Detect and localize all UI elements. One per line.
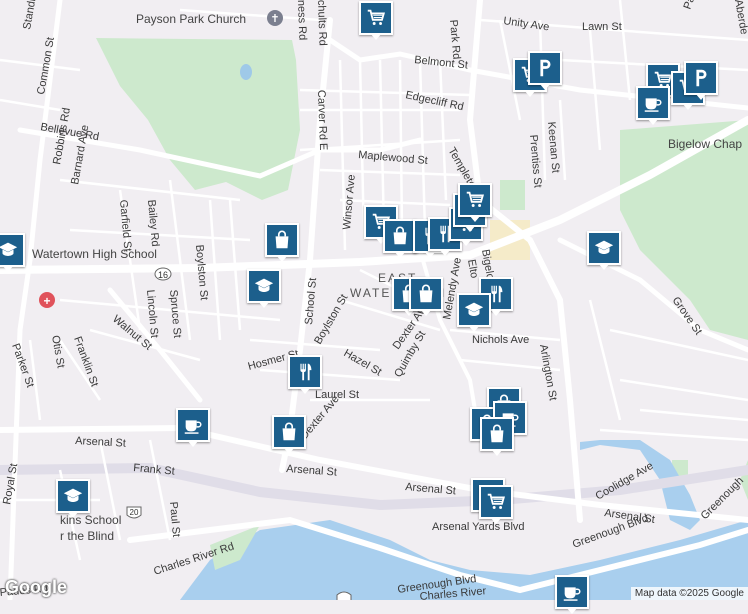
parking-marker[interactable]	[528, 51, 562, 85]
svg-text:20: 20	[130, 508, 139, 517]
park-small	[500, 180, 525, 210]
svg-text:Lawn St: Lawn St	[582, 21, 622, 33]
pond	[240, 64, 252, 80]
school-marker[interactable]	[0, 233, 25, 267]
svg-text:Nichols Ave: Nichols Ave	[472, 334, 529, 346]
parking-icon	[696, 69, 707, 87]
school-marker[interactable]	[247, 269, 281, 303]
cart-marker[interactable]	[359, 1, 393, 35]
svg-text:Spruce St: Spruce St	[167, 289, 183, 338]
google-logo[interactable]: Google	[5, 577, 67, 598]
svg-text:Hazel St: Hazel St	[342, 347, 384, 378]
svg-text:+: +	[43, 294, 50, 308]
svg-text:Keenan St: Keenan St	[545, 121, 561, 173]
svg-text:ness Rd: ness Rd	[295, 0, 308, 40]
cart-marker[interactable]	[458, 183, 492, 217]
svg-text:Otis St: Otis St	[49, 334, 67, 369]
svg-text:Elto: Elto	[465, 258, 480, 279]
bigelow-label: Bigelow Chap	[668, 137, 742, 151]
map-attribution[interactable]: Map data ©2025 Google	[630, 587, 748, 600]
bag-icon	[419, 284, 433, 303]
bag-icon	[275, 230, 289, 249]
park-cemetery	[96, 38, 300, 200]
school-icon	[254, 278, 274, 292]
svg-text:Standi: Standi	[21, 0, 38, 31]
cup-marker[interactable]	[636, 86, 670, 120]
svg-text:Park Rd: Park Rd	[447, 19, 462, 60]
bag-marker[interactable]	[409, 277, 443, 311]
school-icon	[63, 488, 83, 502]
bag-marker[interactable]	[480, 417, 514, 451]
cup-icon	[644, 98, 662, 112]
route-20-badge: 20	[126, 506, 142, 519]
cart-marker[interactable]	[479, 485, 513, 519]
bag-icon	[490, 424, 504, 443]
svg-text:Arsenal St: Arsenal St	[75, 435, 126, 450]
bag-icon	[282, 422, 296, 441]
svg-text:Unity Ave: Unity Ave	[503, 15, 551, 33]
svg-text:Prentiss St: Prentiss St	[527, 134, 544, 188]
fork-marker[interactable]	[288, 355, 322, 389]
svg-text:Maplewood St: Maplewood St	[358, 149, 428, 167]
bag-icon	[393, 226, 407, 245]
parking-icon	[540, 59, 551, 77]
cart-icon	[487, 493, 506, 509]
svg-text:Park Ave: Park Ave	[682, 0, 708, 11]
cart-icon	[367, 9, 386, 25]
bag-marker[interactable]	[383, 219, 417, 253]
svg-text:Boylston St: Boylston St	[312, 292, 350, 346]
school-icon	[594, 240, 614, 254]
cart-icon	[466, 191, 485, 207]
svg-text:Frank St: Frank St	[133, 462, 175, 478]
bag-marker[interactable]	[272, 415, 306, 449]
bag-marker[interactable]	[265, 223, 299, 257]
cup-marker[interactable]	[176, 408, 210, 442]
svg-text:Carver Rd E: Carver Rd E	[315, 90, 329, 151]
route-20-badge-2: 20	[336, 591, 352, 600]
svg-text:Boylston St: Boylston St	[193, 244, 210, 300]
svg-text:Arsenal Yards Blvd: Arsenal Yards Blvd	[432, 521, 525, 533]
svg-text:Arsenal St: Arsenal St	[286, 463, 337, 479]
cup-icon	[184, 420, 202, 434]
school-icon	[0, 242, 18, 256]
svg-text:Garfield St: Garfield St	[117, 199, 133, 252]
svg-text:Bailey Rd: Bailey Rd	[145, 199, 161, 247]
school-marker[interactable]	[587, 231, 621, 265]
school-marker[interactable]	[457, 293, 491, 327]
cup-marker[interactable]	[555, 575, 589, 609]
route-16-badge: 16	[154, 267, 172, 281]
svg-text:Arlington St: Arlington St	[537, 343, 559, 401]
school-marker[interactable]	[56, 479, 90, 513]
svg-text:✝: ✝	[270, 13, 279, 25]
high-school-label: Watertown High School	[32, 247, 157, 261]
svg-text:Aberde: Aberde	[732, 0, 748, 35]
parking-marker[interactable]	[684, 61, 718, 95]
svg-text:chults Rd: chults Rd	[315, 0, 329, 46]
perkins-label-2: r the Blind	[60, 529, 114, 543]
school-icon	[464, 302, 484, 316]
church-label: Payson Park Church	[136, 12, 246, 26]
svg-text:16: 16	[158, 270, 168, 280]
fork-icon	[300, 363, 312, 381]
